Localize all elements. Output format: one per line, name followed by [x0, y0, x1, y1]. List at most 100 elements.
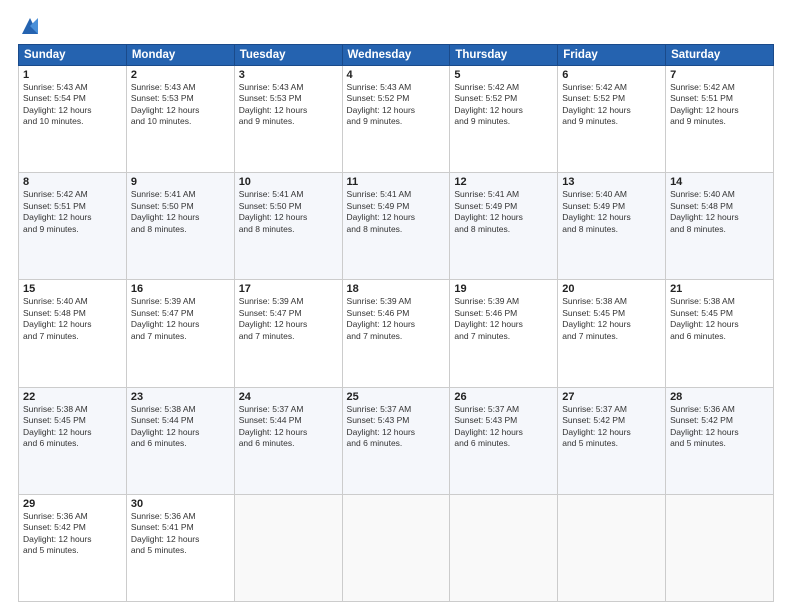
day-number: 6	[562, 69, 661, 81]
calendar-cell: 29Sunrise: 5:36 AM Sunset: 5:42 PM Dayli…	[19, 494, 127, 601]
calendar-header-row: SundayMondayTuesdayWednesdayThursdayFrid…	[19, 45, 774, 66]
day-number: 21	[670, 283, 769, 295]
day-number: 15	[23, 283, 122, 295]
calendar-cell	[450, 494, 558, 601]
calendar-cell: 27Sunrise: 5:37 AM Sunset: 5:42 PM Dayli…	[558, 387, 666, 494]
day-header-monday: Monday	[126, 45, 234, 66]
calendar-cell: 4Sunrise: 5:43 AM Sunset: 5:52 PM Daylig…	[342, 66, 450, 173]
calendar-cell: 6Sunrise: 5:42 AM Sunset: 5:52 PM Daylig…	[558, 66, 666, 173]
day-header-thursday: Thursday	[450, 45, 558, 66]
day-info: Sunrise: 5:37 AM Sunset: 5:43 PM Dayligh…	[347, 404, 446, 450]
calendar-cell: 19Sunrise: 5:39 AM Sunset: 5:46 PM Dayli…	[450, 280, 558, 387]
day-number: 10	[239, 176, 338, 188]
calendar-cell: 16Sunrise: 5:39 AM Sunset: 5:47 PM Dayli…	[126, 280, 234, 387]
day-header-sunday: Sunday	[19, 45, 127, 66]
week-row-5: 29Sunrise: 5:36 AM Sunset: 5:42 PM Dayli…	[19, 494, 774, 601]
day-number: 7	[670, 69, 769, 81]
day-info: Sunrise: 5:40 AM Sunset: 5:48 PM Dayligh…	[23, 296, 122, 342]
calendar-cell: 20Sunrise: 5:38 AM Sunset: 5:45 PM Dayli…	[558, 280, 666, 387]
calendar-cell: 25Sunrise: 5:37 AM Sunset: 5:43 PM Dayli…	[342, 387, 450, 494]
day-info: Sunrise: 5:37 AM Sunset: 5:44 PM Dayligh…	[239, 404, 338, 450]
day-number: 9	[131, 176, 230, 188]
day-number: 18	[347, 283, 446, 295]
day-info: Sunrise: 5:41 AM Sunset: 5:49 PM Dayligh…	[347, 189, 446, 235]
day-number: 11	[347, 176, 446, 188]
logo	[18, 16, 40, 36]
calendar-cell: 17Sunrise: 5:39 AM Sunset: 5:47 PM Dayli…	[234, 280, 342, 387]
day-info: Sunrise: 5:36 AM Sunset: 5:41 PM Dayligh…	[131, 511, 230, 557]
day-number: 28	[670, 391, 769, 403]
day-info: Sunrise: 5:39 AM Sunset: 5:47 PM Dayligh…	[131, 296, 230, 342]
calendar-cell	[342, 494, 450, 601]
day-number: 27	[562, 391, 661, 403]
day-number: 1	[23, 69, 122, 81]
calendar-cell: 18Sunrise: 5:39 AM Sunset: 5:46 PM Dayli…	[342, 280, 450, 387]
day-number: 3	[239, 69, 338, 81]
day-number: 30	[131, 498, 230, 510]
day-header-wednesday: Wednesday	[342, 45, 450, 66]
calendar-cell: 3Sunrise: 5:43 AM Sunset: 5:53 PM Daylig…	[234, 66, 342, 173]
logo-icon	[20, 16, 40, 36]
day-number: 16	[131, 283, 230, 295]
calendar-cell: 24Sunrise: 5:37 AM Sunset: 5:44 PM Dayli…	[234, 387, 342, 494]
calendar-cell: 14Sunrise: 5:40 AM Sunset: 5:48 PM Dayli…	[666, 173, 774, 280]
calendar-cell: 30Sunrise: 5:36 AM Sunset: 5:41 PM Dayli…	[126, 494, 234, 601]
calendar-cell: 26Sunrise: 5:37 AM Sunset: 5:43 PM Dayli…	[450, 387, 558, 494]
day-number: 25	[347, 391, 446, 403]
day-info: Sunrise: 5:40 AM Sunset: 5:49 PM Dayligh…	[562, 189, 661, 235]
calendar-cell	[558, 494, 666, 601]
calendar-cell: 21Sunrise: 5:38 AM Sunset: 5:45 PM Dayli…	[666, 280, 774, 387]
day-info: Sunrise: 5:40 AM Sunset: 5:48 PM Dayligh…	[670, 189, 769, 235]
calendar-cell	[666, 494, 774, 601]
calendar-cell: 13Sunrise: 5:40 AM Sunset: 5:49 PM Dayli…	[558, 173, 666, 280]
calendar-cell: 22Sunrise: 5:38 AM Sunset: 5:45 PM Dayli…	[19, 387, 127, 494]
day-info: Sunrise: 5:37 AM Sunset: 5:42 PM Dayligh…	[562, 404, 661, 450]
calendar-cell: 15Sunrise: 5:40 AM Sunset: 5:48 PM Dayli…	[19, 280, 127, 387]
header	[18, 16, 774, 36]
week-row-4: 22Sunrise: 5:38 AM Sunset: 5:45 PM Dayli…	[19, 387, 774, 494]
day-number: 22	[23, 391, 122, 403]
day-info: Sunrise: 5:36 AM Sunset: 5:42 PM Dayligh…	[670, 404, 769, 450]
calendar-cell: 12Sunrise: 5:41 AM Sunset: 5:49 PM Dayli…	[450, 173, 558, 280]
calendar-cell: 7Sunrise: 5:42 AM Sunset: 5:51 PM Daylig…	[666, 66, 774, 173]
day-header-friday: Friday	[558, 45, 666, 66]
day-number: 4	[347, 69, 446, 81]
day-info: Sunrise: 5:43 AM Sunset: 5:53 PM Dayligh…	[239, 82, 338, 128]
day-info: Sunrise: 5:42 AM Sunset: 5:51 PM Dayligh…	[23, 189, 122, 235]
calendar-cell: 28Sunrise: 5:36 AM Sunset: 5:42 PM Dayli…	[666, 387, 774, 494]
day-info: Sunrise: 5:38 AM Sunset: 5:45 PM Dayligh…	[23, 404, 122, 450]
calendar-cell: 5Sunrise: 5:42 AM Sunset: 5:52 PM Daylig…	[450, 66, 558, 173]
calendar-cell: 9Sunrise: 5:41 AM Sunset: 5:50 PM Daylig…	[126, 173, 234, 280]
day-info: Sunrise: 5:38 AM Sunset: 5:44 PM Dayligh…	[131, 404, 230, 450]
calendar-table: SundayMondayTuesdayWednesdayThursdayFrid…	[18, 44, 774, 602]
day-number: 12	[454, 176, 553, 188]
day-info: Sunrise: 5:37 AM Sunset: 5:43 PM Dayligh…	[454, 404, 553, 450]
page: SundayMondayTuesdayWednesdayThursdayFrid…	[0, 0, 792, 612]
day-number: 24	[239, 391, 338, 403]
day-number: 23	[131, 391, 230, 403]
day-info: Sunrise: 5:41 AM Sunset: 5:50 PM Dayligh…	[239, 189, 338, 235]
week-row-3: 15Sunrise: 5:40 AM Sunset: 5:48 PM Dayli…	[19, 280, 774, 387]
day-info: Sunrise: 5:41 AM Sunset: 5:49 PM Dayligh…	[454, 189, 553, 235]
day-info: Sunrise: 5:43 AM Sunset: 5:54 PM Dayligh…	[23, 82, 122, 128]
day-header-saturday: Saturday	[666, 45, 774, 66]
day-number: 2	[131, 69, 230, 81]
calendar-cell	[234, 494, 342, 601]
calendar-cell: 2Sunrise: 5:43 AM Sunset: 5:53 PM Daylig…	[126, 66, 234, 173]
day-number: 8	[23, 176, 122, 188]
day-number: 13	[562, 176, 661, 188]
day-info: Sunrise: 5:43 AM Sunset: 5:53 PM Dayligh…	[131, 82, 230, 128]
day-info: Sunrise: 5:36 AM Sunset: 5:42 PM Dayligh…	[23, 511, 122, 557]
calendar-cell: 1Sunrise: 5:43 AM Sunset: 5:54 PM Daylig…	[19, 66, 127, 173]
day-header-tuesday: Tuesday	[234, 45, 342, 66]
week-row-2: 8Sunrise: 5:42 AM Sunset: 5:51 PM Daylig…	[19, 173, 774, 280]
day-number: 17	[239, 283, 338, 295]
day-info: Sunrise: 5:41 AM Sunset: 5:50 PM Dayligh…	[131, 189, 230, 235]
day-info: Sunrise: 5:38 AM Sunset: 5:45 PM Dayligh…	[562, 296, 661, 342]
day-info: Sunrise: 5:42 AM Sunset: 5:52 PM Dayligh…	[562, 82, 661, 128]
day-number: 26	[454, 391, 553, 403]
day-info: Sunrise: 5:39 AM Sunset: 5:47 PM Dayligh…	[239, 296, 338, 342]
day-number: 19	[454, 283, 553, 295]
day-info: Sunrise: 5:42 AM Sunset: 5:52 PM Dayligh…	[454, 82, 553, 128]
calendar-cell: 11Sunrise: 5:41 AM Sunset: 5:49 PM Dayli…	[342, 173, 450, 280]
